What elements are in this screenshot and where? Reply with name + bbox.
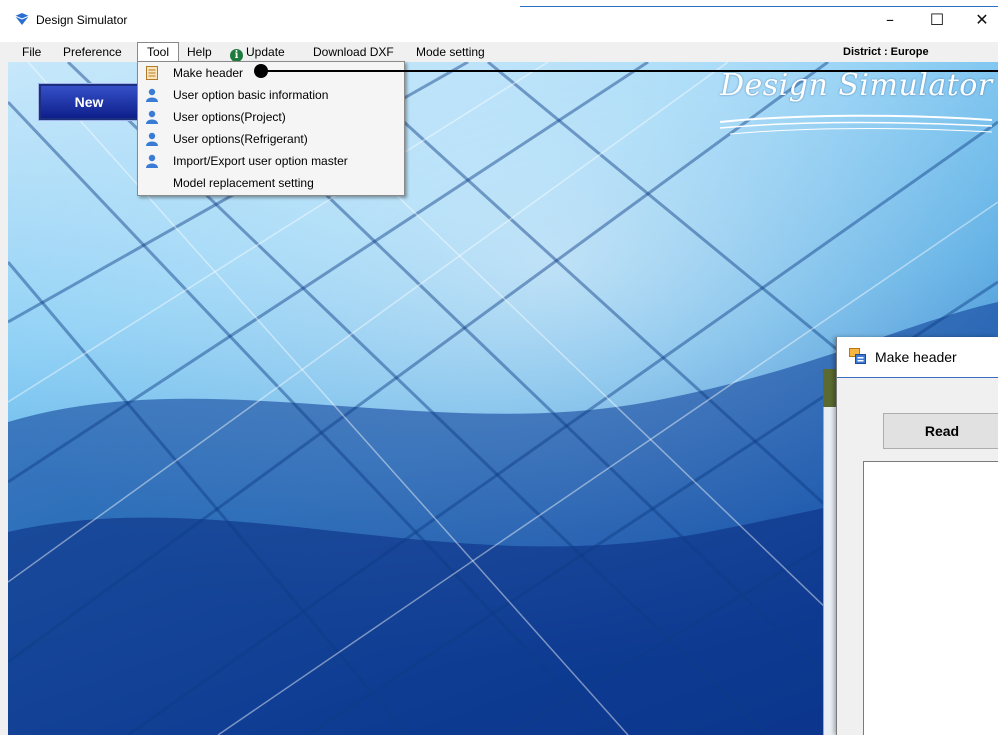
tool-dropdown-menu: Make header User option basic informatio… xyxy=(137,61,405,196)
menu-item-label: User options(Project) xyxy=(173,110,286,124)
menu-item-label: Model replacement setting xyxy=(173,176,314,190)
callout-dot xyxy=(254,64,268,78)
menu-download-dxf[interactable]: Download DXF xyxy=(313,42,394,62)
window-title: Design Simulator xyxy=(36,13,128,27)
logo-swoosh-icon xyxy=(720,114,992,135)
minimize-button[interactable]: – xyxy=(870,6,910,34)
user-icon xyxy=(146,110,158,124)
menu-preference[interactable]: Preference xyxy=(63,42,122,62)
user-icon xyxy=(146,88,158,102)
design-simulator-logo: Design Simulator xyxy=(720,68,992,148)
menu-item-label: Make header xyxy=(173,66,244,80)
user-icon xyxy=(146,132,158,146)
read-button[interactable]: Read xyxy=(883,413,998,449)
menu-item-make-header[interactable]: Make header xyxy=(138,62,404,84)
menu-item-label: Import/Export user option master xyxy=(173,154,348,168)
district-label: District : Europe xyxy=(843,46,929,58)
logo-text: Design Simulator xyxy=(720,68,993,103)
menu-item-label: User options(Refrigerant) xyxy=(173,132,308,146)
menu-item-label: User option basic information xyxy=(173,88,329,102)
background-window-edge xyxy=(823,369,836,407)
user-icon xyxy=(146,154,158,168)
form-icon xyxy=(849,348,866,364)
background-window-strip xyxy=(823,407,836,735)
title-bar: Design Simulator – ☐ ✕ xyxy=(0,0,998,42)
new-button[interactable]: New xyxy=(38,83,140,121)
menu-bar: File Preference Tool Help i Update Downlo… xyxy=(0,42,998,63)
menu-item-user-options-refrigerant[interactable]: User options(Refrigerant) xyxy=(138,128,404,150)
menu-update-label: Update xyxy=(246,45,285,59)
document-icon xyxy=(146,66,158,80)
window-left-edge xyxy=(0,62,8,735)
header-text-area[interactable] xyxy=(863,461,998,735)
menu-mode-setting[interactable]: Mode setting xyxy=(416,42,485,62)
maximize-button[interactable]: ☐ xyxy=(917,6,957,34)
callout-line xyxy=(262,70,998,72)
menu-item-user-options-project[interactable]: User options(Project) xyxy=(138,106,404,128)
dialog-title: Make header xyxy=(875,349,957,365)
menu-item-import-export-user-option-master[interactable]: Import/Export user option master xyxy=(138,150,404,172)
menu-help[interactable]: Help xyxy=(187,42,212,62)
menu-file[interactable]: File xyxy=(22,42,41,62)
menu-tool[interactable]: Tool xyxy=(137,42,179,63)
close-button[interactable]: ✕ xyxy=(962,6,998,34)
app-logo-icon xyxy=(14,13,30,25)
menu-item-model-replacement-setting[interactable]: Model replacement setting xyxy=(138,172,404,194)
menu-update[interactable]: i Update xyxy=(230,42,285,62)
dialog-title-bar: Make header xyxy=(837,337,998,377)
menu-item-user-option-basic-information[interactable]: User option basic information xyxy=(138,84,404,106)
dialog-body: Read xyxy=(837,377,998,735)
make-header-dialog: Make header Read xyxy=(836,337,998,735)
